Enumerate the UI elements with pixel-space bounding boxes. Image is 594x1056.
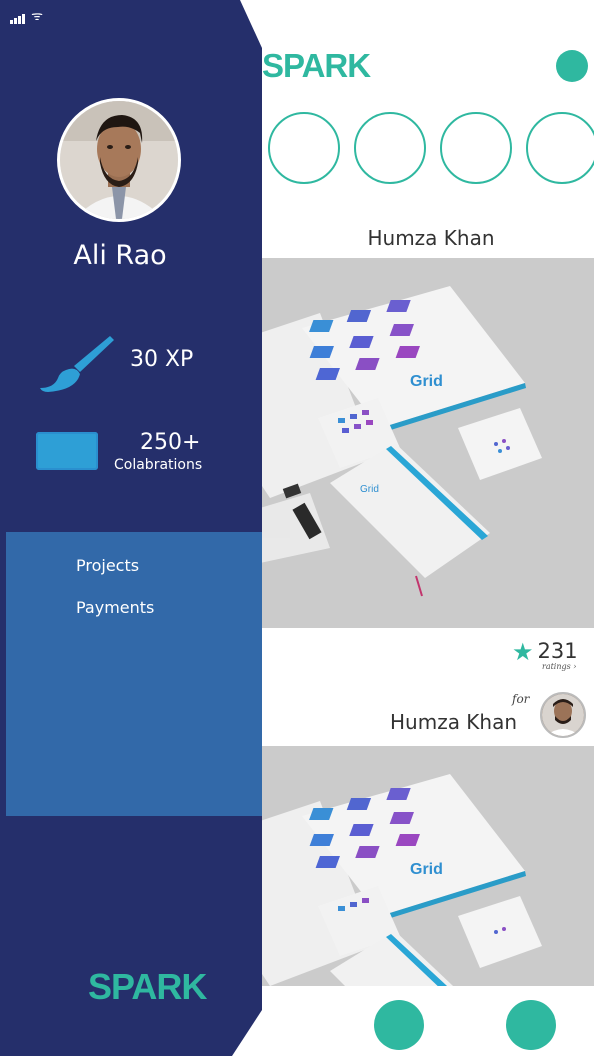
menu-item-projects[interactable]: Projects xyxy=(76,556,139,575)
rating-count: 231 xyxy=(537,639,578,663)
grid-brand-text: Grid xyxy=(360,484,379,495)
drawer-menu: Projects Payments xyxy=(6,532,262,816)
post-author-name[interactable]: Humza Khan xyxy=(268,226,594,250)
avatar[interactable] xyxy=(57,98,181,222)
story-circle[interactable] xyxy=(526,112,594,184)
side-drawer: ᯤ Ali Rao 30 XP 250+ Colabrations Projec… xyxy=(0,0,262,1056)
client-avatar-image xyxy=(542,694,584,736)
post-image[interactable]: Grid xyxy=(260,746,594,986)
collaborations-label: Colabrations xyxy=(114,457,203,473)
profile-photo xyxy=(60,101,178,219)
story-circle[interactable] xyxy=(268,112,340,184)
menu-item-payments[interactable]: Payments xyxy=(76,598,154,617)
bottom-action-button[interactable] xyxy=(506,1000,556,1050)
profile-button[interactable] xyxy=(556,50,588,82)
paintbrush-icon xyxy=(40,336,114,392)
client-name[interactable]: Humza Khan xyxy=(390,710,517,734)
collaborations-card-icon xyxy=(36,432,98,470)
star-icon: ★ xyxy=(512,638,534,666)
ratings-link[interactable]: ratings › xyxy=(542,662,577,671)
story-circle[interactable] xyxy=(440,112,512,184)
stationery-mockup-image: Grid Grid xyxy=(260,258,594,628)
stationery-mockup-image: Grid xyxy=(260,746,594,986)
story-circle[interactable] xyxy=(354,112,426,184)
xp-value: 30 XP xyxy=(130,347,194,372)
user-name: Ali Rao xyxy=(73,240,167,271)
signal-bars-icon xyxy=(10,9,26,24)
wifi-icon: ᯤ xyxy=(31,9,45,24)
drawer-logo: SPARK xyxy=(88,966,207,1007)
app-logo: SPARK xyxy=(262,47,371,84)
client-avatar[interactable] xyxy=(540,692,586,738)
bottom-action-button[interactable] xyxy=(374,1000,424,1050)
rating-summary[interactable]: ★ 231 xyxy=(512,640,578,664)
collaborations-count: 250+ xyxy=(140,430,201,455)
grid-brand-text: Grid xyxy=(410,861,443,878)
grid-brand-text: Grid xyxy=(410,373,443,390)
status-bar: ᯤ xyxy=(10,6,44,24)
for-label: for xyxy=(512,692,530,706)
post-image[interactable]: Grid Grid xyxy=(260,258,594,628)
